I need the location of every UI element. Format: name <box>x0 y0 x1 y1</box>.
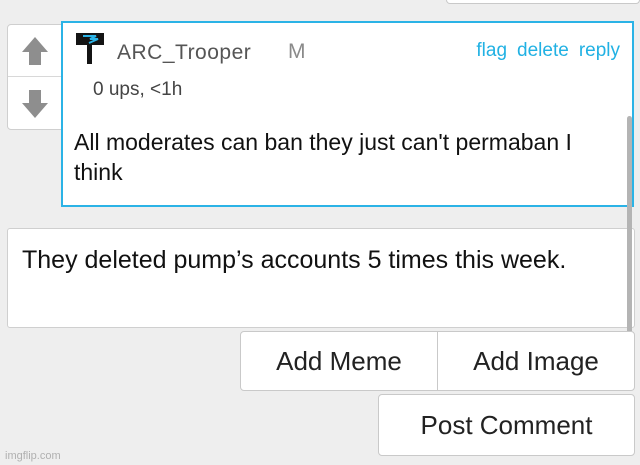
comment-meta: 0 ups, <1h <box>93 79 183 100</box>
comment-actions: flag delete reply <box>476 40 620 62</box>
reply-link[interactable]: reply <box>579 40 620 62</box>
post-comment-button[interactable]: Post Comment <box>378 394 635 456</box>
flag-link[interactable]: flag <box>476 40 507 62</box>
scrollbar[interactable] <box>627 116 632 344</box>
moderator-badge: M <box>288 40 306 63</box>
comment-card: ARC_Trooper M flag delete reply 0 ups, <… <box>61 21 634 207</box>
comment-username[interactable]: ARC_Trooper <box>117 41 251 65</box>
add-meme-button[interactable]: Add Meme <box>240 331 438 391</box>
watermark: imgflip.com <box>5 450 61 462</box>
vote-controls <box>7 24 62 130</box>
flag-logo-icon <box>76 33 104 64</box>
add-image-button[interactable]: Add Image <box>437 331 635 391</box>
downvote-button[interactable] <box>8 78 61 130</box>
delete-link[interactable]: delete <box>517 40 569 62</box>
arrow-up-icon <box>21 36 48 65</box>
upvote-button[interactable] <box>8 25 61 77</box>
arrow-down-icon <box>21 90 48 118</box>
partial-button-above[interactable] <box>446 0 640 4</box>
comment-body: All moderates can ban they just can't pe… <box>74 129 572 185</box>
user-avatar[interactable] <box>76 33 106 65</box>
reply-input[interactable]: They deleted pump’s accounts 5 times thi… <box>7 228 635 328</box>
